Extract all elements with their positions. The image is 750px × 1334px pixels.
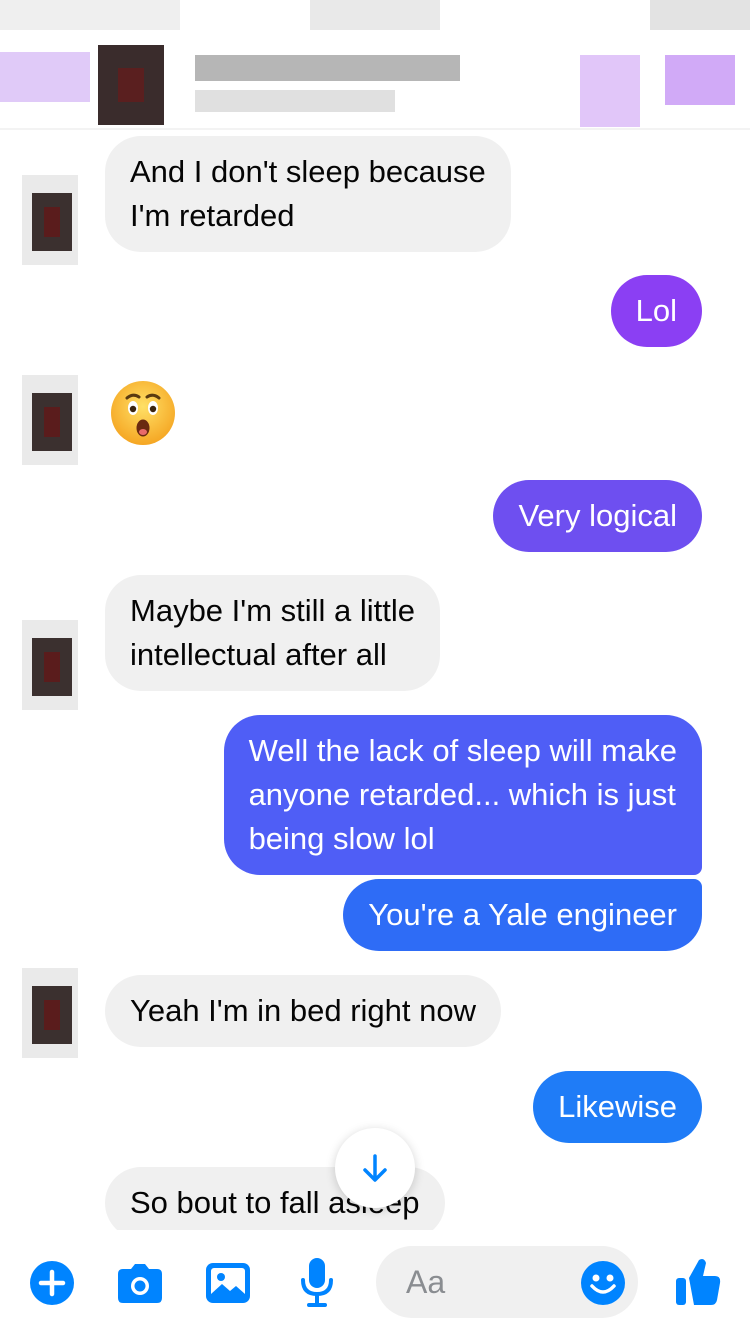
message-bubble-outgoing[interactable]: Likewise (533, 1071, 702, 1143)
plus-button[interactable] (29, 1260, 75, 1306)
message-bubble-outgoing[interactable]: Lol (610, 275, 702, 347)
message-line: intellectual after all (130, 637, 387, 672)
message-line: anyone retarded... which is just (248, 777, 676, 812)
message-text: Very logical (518, 498, 677, 533)
message-input[interactable] (406, 1263, 586, 1301)
back-button[interactable] (0, 52, 90, 102)
avatar-detail (44, 652, 60, 682)
scroll-to-bottom-button[interactable] (335, 1128, 415, 1208)
message-text: Likewise (558, 1089, 677, 1124)
message-bubble-outgoing[interactable]: You're a Yale engineer (343, 879, 702, 951)
camera-icon (118, 1264, 162, 1303)
sender-avatar[interactable] (12, 620, 88, 710)
contact-name (195, 55, 460, 81)
message-line: And I don't sleep because (130, 154, 486, 189)
message-line: I'm retarded (130, 198, 295, 233)
avatar-detail (44, 207, 60, 237)
camera-button[interactable] (114, 1260, 166, 1306)
message-bubble-incoming[interactable]: And I don't sleep because I'm retarded (105, 136, 511, 252)
microphone-icon (301, 1258, 333, 1307)
arrow-down-icon (363, 1154, 387, 1182)
message-line: being slow lol (248, 821, 435, 856)
voice-record-button[interactable] (298, 1256, 336, 1310)
avatar-detail (44, 1000, 60, 1030)
message-bubble-outgoing[interactable]: Very logical (493, 480, 702, 552)
message-text: You're a Yale engineer (368, 897, 677, 932)
message-text: Yeah I'm in bed right now (130, 993, 476, 1028)
message-list[interactable]: And I don't sleep because I'm retarded L… (0, 130, 750, 1230)
message-line: Well the lack of sleep will make (248, 733, 677, 768)
message-line: Maybe I'm still a little (130, 593, 415, 628)
avatar-detail (44, 407, 60, 437)
message-text: Lol (635, 293, 677, 328)
message-composer (0, 1230, 750, 1334)
sender-avatar[interactable] (12, 968, 88, 1058)
astonished-face-emoji[interactable] (110, 380, 176, 446)
plus-icon (30, 1261, 74, 1305)
sender-avatar[interactable] (12, 175, 88, 265)
photo-button[interactable] (204, 1260, 252, 1306)
message-bubble-incoming[interactable]: Maybe I'm still a little intellectual af… (105, 575, 440, 691)
message-bubble-outgoing[interactable]: Well the lack of sleep will make anyone … (223, 715, 702, 875)
video-call-icon[interactable] (665, 55, 735, 105)
contact-status (195, 90, 395, 112)
like-button[interactable] (674, 1254, 722, 1308)
photo-icon (206, 1263, 250, 1303)
call-icon[interactable] (580, 55, 640, 127)
sender-avatar[interactable] (12, 375, 88, 465)
blurred-block (650, 0, 750, 30)
conversation-header (0, 0, 750, 130)
emoji-button[interactable] (580, 1260, 626, 1306)
blurred-block (0, 0, 180, 30)
emoji-icon (581, 1261, 625, 1305)
message-bubble-incoming[interactable]: Yeah I'm in bed right now (105, 975, 501, 1047)
thumbs-up-icon (676, 1259, 721, 1305)
blurred-block (310, 0, 440, 30)
avatar-detail (118, 68, 144, 102)
